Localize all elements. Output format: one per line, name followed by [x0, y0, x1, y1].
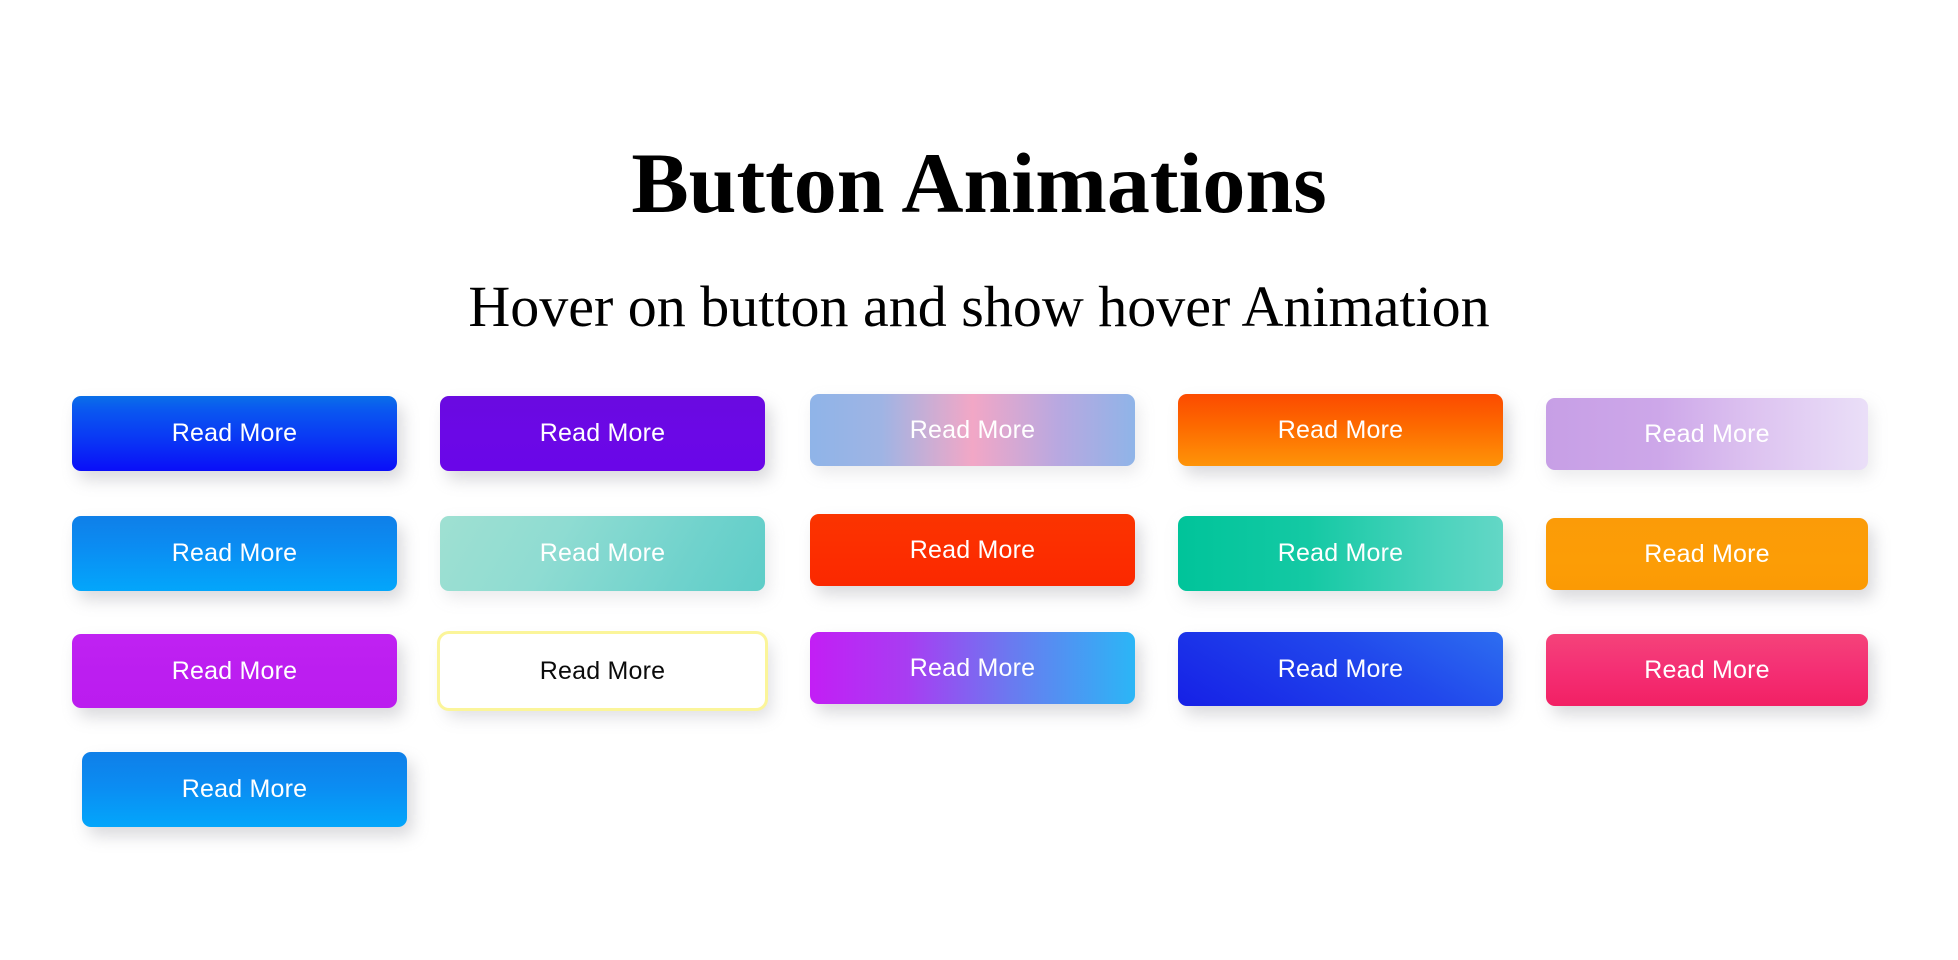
read-more-button-15[interactable]: Read More [1546, 634, 1868, 706]
read-more-button-label: Read More [909, 415, 1036, 444]
read-more-button-label: Read More [1644, 539, 1770, 568]
read-more-button-13[interactable]: Read More [810, 632, 1135, 704]
read-more-button-label: Read More [1644, 419, 1770, 448]
read-more-button-14[interactable]: Read More [1178, 632, 1503, 706]
read-more-button-label: Read More [171, 656, 298, 685]
read-more-button-12[interactable]: Read More [440, 634, 765, 708]
read-more-button-5[interactable]: Read More [1546, 398, 1868, 470]
read-more-button-label: Read More [909, 535, 1036, 564]
read-more-button-11[interactable]: Read More [72, 634, 397, 708]
read-more-button-3[interactable]: Read More [810, 394, 1135, 466]
read-more-button-10[interactable]: Read More [1546, 518, 1868, 590]
read-more-button-16[interactable]: Read More [82, 752, 407, 827]
button-grid: Read More Read More Read More Read More Read… [0, 0, 1958, 960]
read-more-button-label: Read More [1277, 539, 1404, 567]
read-more-button-6[interactable]: Read More [72, 516, 397, 591]
page-root: Button Animations Hover on button and sh… [0, 0, 1958, 960]
read-more-button-label: Read More [181, 775, 308, 803]
read-more-button-label: Read More [539, 656, 666, 685]
read-more-button-label: Read More [539, 419, 666, 447]
read-more-button-label: Read More [1277, 415, 1404, 444]
read-more-button-label: Read More [909, 653, 1036, 682]
read-more-button-label: Read More [171, 539, 298, 567]
read-more-button-8[interactable]: Read More [810, 514, 1135, 586]
read-more-button-7[interactable]: Read More [440, 516, 765, 591]
read-more-button-label: Read More [171, 419, 298, 447]
read-more-button-4[interactable]: Read More [1178, 394, 1503, 466]
read-more-button-1[interactable]: Read More [72, 396, 397, 471]
read-more-button-label: Read More [1277, 654, 1404, 683]
read-more-button-9[interactable]: Read More [1178, 516, 1503, 591]
read-more-button-label: Read More [1644, 655, 1770, 684]
read-more-button-2[interactable]: Read More [440, 396, 765, 471]
read-more-button-label: Read More [539, 539, 666, 567]
